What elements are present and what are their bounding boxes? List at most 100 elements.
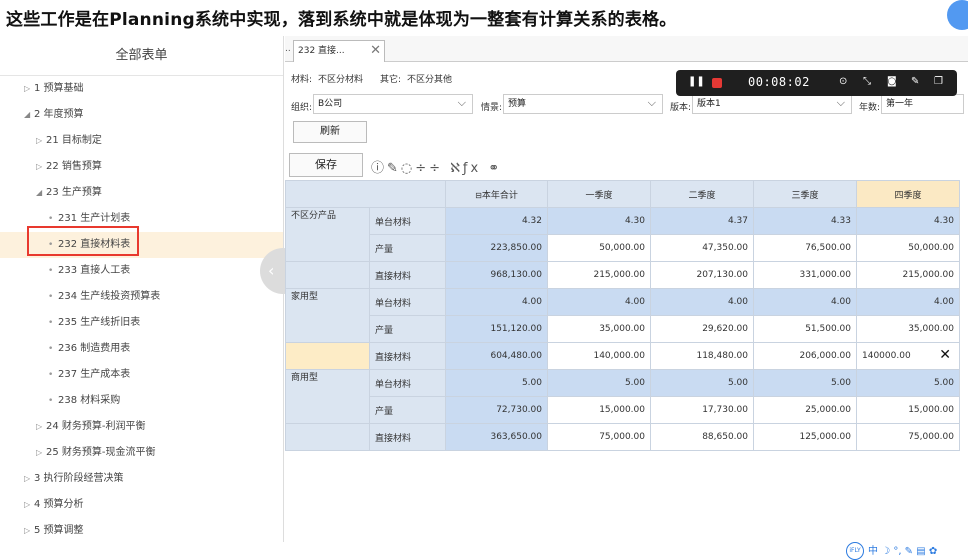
expanded-arrow-icon: ◢ xyxy=(36,188,43,197)
sidebar-item[interactable]: ▷ 5 预算调整 xyxy=(0,518,283,544)
data-cell[interactable]: 215,000.00 xyxy=(547,261,651,289)
close-icon[interactable]: ✕ xyxy=(370,41,381,61)
column-header-label: 本年合计 xyxy=(481,190,518,201)
clear-icon[interactable]: ✕ xyxy=(939,347,951,363)
collapse-icon[interactable]: ⊟ xyxy=(475,191,482,200)
data-cell[interactable]: 4.00 xyxy=(547,288,651,316)
data-cell[interactable]: 140,000.00 xyxy=(547,342,651,370)
data-cell[interactable]: 35,000.00 xyxy=(547,315,651,343)
tab-overflow[interactable]: .. xyxy=(285,44,291,54)
stop-icon[interactable] xyxy=(712,78,722,88)
row-label: 直接材料 xyxy=(369,423,446,451)
scenario-select[interactable]: 预算 ⌵ xyxy=(503,94,663,114)
expanded-arrow-icon: ◢ xyxy=(24,110,31,119)
data-cell[interactable]: 50,000.00 xyxy=(856,234,960,262)
org-select[interactable]: B公司 ⌵ xyxy=(313,94,473,114)
data-cell[interactable]: 5.00 xyxy=(856,369,960,397)
info-icon[interactable]: ⓘ xyxy=(371,161,387,176)
sidebar-item[interactable]: ▷ 24 财务预算-利润平衡 xyxy=(0,414,283,440)
sidebar-item[interactable]: ▷ 3 执行阶段经营决策 xyxy=(0,466,283,492)
split-icon[interactable]: ÷ xyxy=(429,161,443,176)
column-header[interactable]: 四季度 xyxy=(856,180,960,208)
data-cell[interactable]: 4.00 xyxy=(650,288,754,316)
formula-icon[interactable]: ℵ xyxy=(450,161,463,176)
version-select[interactable]: 版本1 ⌵ xyxy=(692,94,852,114)
data-cell[interactable]: 4.00 xyxy=(856,288,960,316)
data-cell[interactable]: 4.00 xyxy=(753,288,857,316)
group-label-continuation xyxy=(285,423,370,451)
ime-text[interactable]: 中 ☽ °, ✎ ▤ ✿ xyxy=(868,546,937,557)
sidebar-item[interactable]: • 238 材料采购 xyxy=(0,388,283,414)
data-cell[interactable]: 4.30 xyxy=(547,207,651,235)
chevron-down-icon: ⌵ xyxy=(647,96,656,109)
data-cell[interactable]: 4.37 xyxy=(650,207,754,235)
form-area: .. 232 直接... ✕ 材料: 不区分材料 其它: 不区分其他 组织: B… xyxy=(285,36,968,542)
divide-icon[interactable]: ÷ xyxy=(415,161,429,176)
data-cell[interactable]: 5.00 xyxy=(753,369,857,397)
pen-icon[interactable]: ✎ xyxy=(911,76,919,87)
column-header[interactable]: 二季度 xyxy=(650,180,754,208)
year-select[interactable]: 第一年 xyxy=(881,94,964,114)
data-cell[interactable]: 47,350.00 xyxy=(650,234,754,262)
tab-232[interactable]: 232 直接... ✕ xyxy=(293,40,385,62)
sidebar-item[interactable]: ◢ 23 生产预算 xyxy=(0,180,283,206)
sidebar-item-label: 3 执行阶段经营决策 xyxy=(34,473,124,484)
column-header[interactable]: 一季度 xyxy=(547,180,651,208)
version-label: 版本: xyxy=(670,103,692,113)
data-cell[interactable]: 5.00 xyxy=(650,369,754,397)
data-cell[interactable]: 35,000.00 xyxy=(856,315,960,343)
bullet-icon: • xyxy=(48,292,54,302)
sidebar-item[interactable]: ▷ 4 预算分析 xyxy=(0,492,283,518)
record-target-icon[interactable]: ⊙ xyxy=(839,76,847,87)
data-cell[interactable]: 75,000.00 xyxy=(547,423,651,451)
data-cell[interactable]: 17,730.00 xyxy=(650,396,754,424)
cell-editor[interactable]: 140000.00 ✕ xyxy=(856,342,960,370)
sidebar-item[interactable]: ▷ 25 财务预算-现金流平衡 xyxy=(0,440,283,466)
data-cell[interactable]: 4.33 xyxy=(753,207,857,235)
data-cell[interactable]: 51,500.00 xyxy=(753,315,857,343)
resize-icon[interactable]: ⤡ xyxy=(863,76,871,87)
collapsed-arrow-icon: ▷ xyxy=(24,474,31,483)
data-cell[interactable]: 207,130.00 xyxy=(650,261,754,289)
chevron-down-icon: ⌵ xyxy=(457,96,466,109)
sidebar-item[interactable]: ▷ 1 预算基础 xyxy=(0,76,283,102)
sidebar-item[interactable]: • 234 生产线投资预算表 xyxy=(0,284,283,310)
save-button[interactable]: 保存 xyxy=(289,153,363,177)
sidebar-item[interactable]: • 237 生产成本表 xyxy=(0,362,283,388)
data-cell[interactable]: 118,480.00 xyxy=(650,342,754,370)
column-header[interactable]: 三季度 xyxy=(753,180,857,208)
comment-icon[interactable]: ◌ xyxy=(401,161,415,176)
data-cell[interactable]: 215,000.00 xyxy=(856,261,960,289)
sidebar-item[interactable]: ▷ 22 销售预算 xyxy=(0,154,283,180)
pause-icon[interactable]: ❚❚ xyxy=(688,76,705,87)
group-label: 不区分产品 xyxy=(285,207,370,262)
column-header-label: 一季度 xyxy=(585,190,613,201)
sidebar-item[interactable]: • 235 生产线折旧表 xyxy=(0,310,283,336)
data-cell[interactable]: 15,000.00 xyxy=(856,396,960,424)
data-cell[interactable]: 4.30 xyxy=(856,207,960,235)
column-header[interactable]: ⊟本年合计 xyxy=(445,180,548,208)
data-cell[interactable]: 15,000.00 xyxy=(547,396,651,424)
data-cell[interactable]: 25,000.00 xyxy=(753,396,857,424)
data-cell[interactable]: 75,000.00 xyxy=(856,423,960,451)
data-cell[interactable]: 5.00 xyxy=(547,369,651,397)
version-value: 版本1 xyxy=(697,99,721,109)
camera-icon[interactable]: ◙ xyxy=(887,76,897,87)
sidebar-item[interactable]: • 233 直接人工表 xyxy=(0,258,283,284)
sidebar-item[interactable]: ▷ 21 目标制定 xyxy=(0,128,283,154)
data-cell[interactable]: 76,500.00 xyxy=(753,234,857,262)
data-cell[interactable]: 29,620.00 xyxy=(650,315,754,343)
sidebar-item[interactable]: ◢ 2 年度预算 xyxy=(0,102,283,128)
data-cell[interactable]: 125,000.00 xyxy=(753,423,857,451)
data-cell[interactable]: 88,650.00 xyxy=(650,423,754,451)
data-cell[interactable]: 50,000.00 xyxy=(547,234,651,262)
data-cell[interactable]: 206,000.00 xyxy=(753,342,857,370)
pencil-icon[interactable]: ✎ xyxy=(387,161,401,176)
link-icon[interactable]: ⚭ xyxy=(488,161,502,176)
refresh-button[interactable]: 刷新 xyxy=(293,121,367,143)
function-icon[interactable]: ƒx xyxy=(463,161,481,176)
window-icon[interactable]: ❐ xyxy=(934,76,943,87)
bullet-icon: • xyxy=(48,318,54,328)
sidebar-item[interactable]: • 236 制造费用表 xyxy=(0,336,283,362)
data-cell[interactable]: 331,000.00 xyxy=(753,261,857,289)
